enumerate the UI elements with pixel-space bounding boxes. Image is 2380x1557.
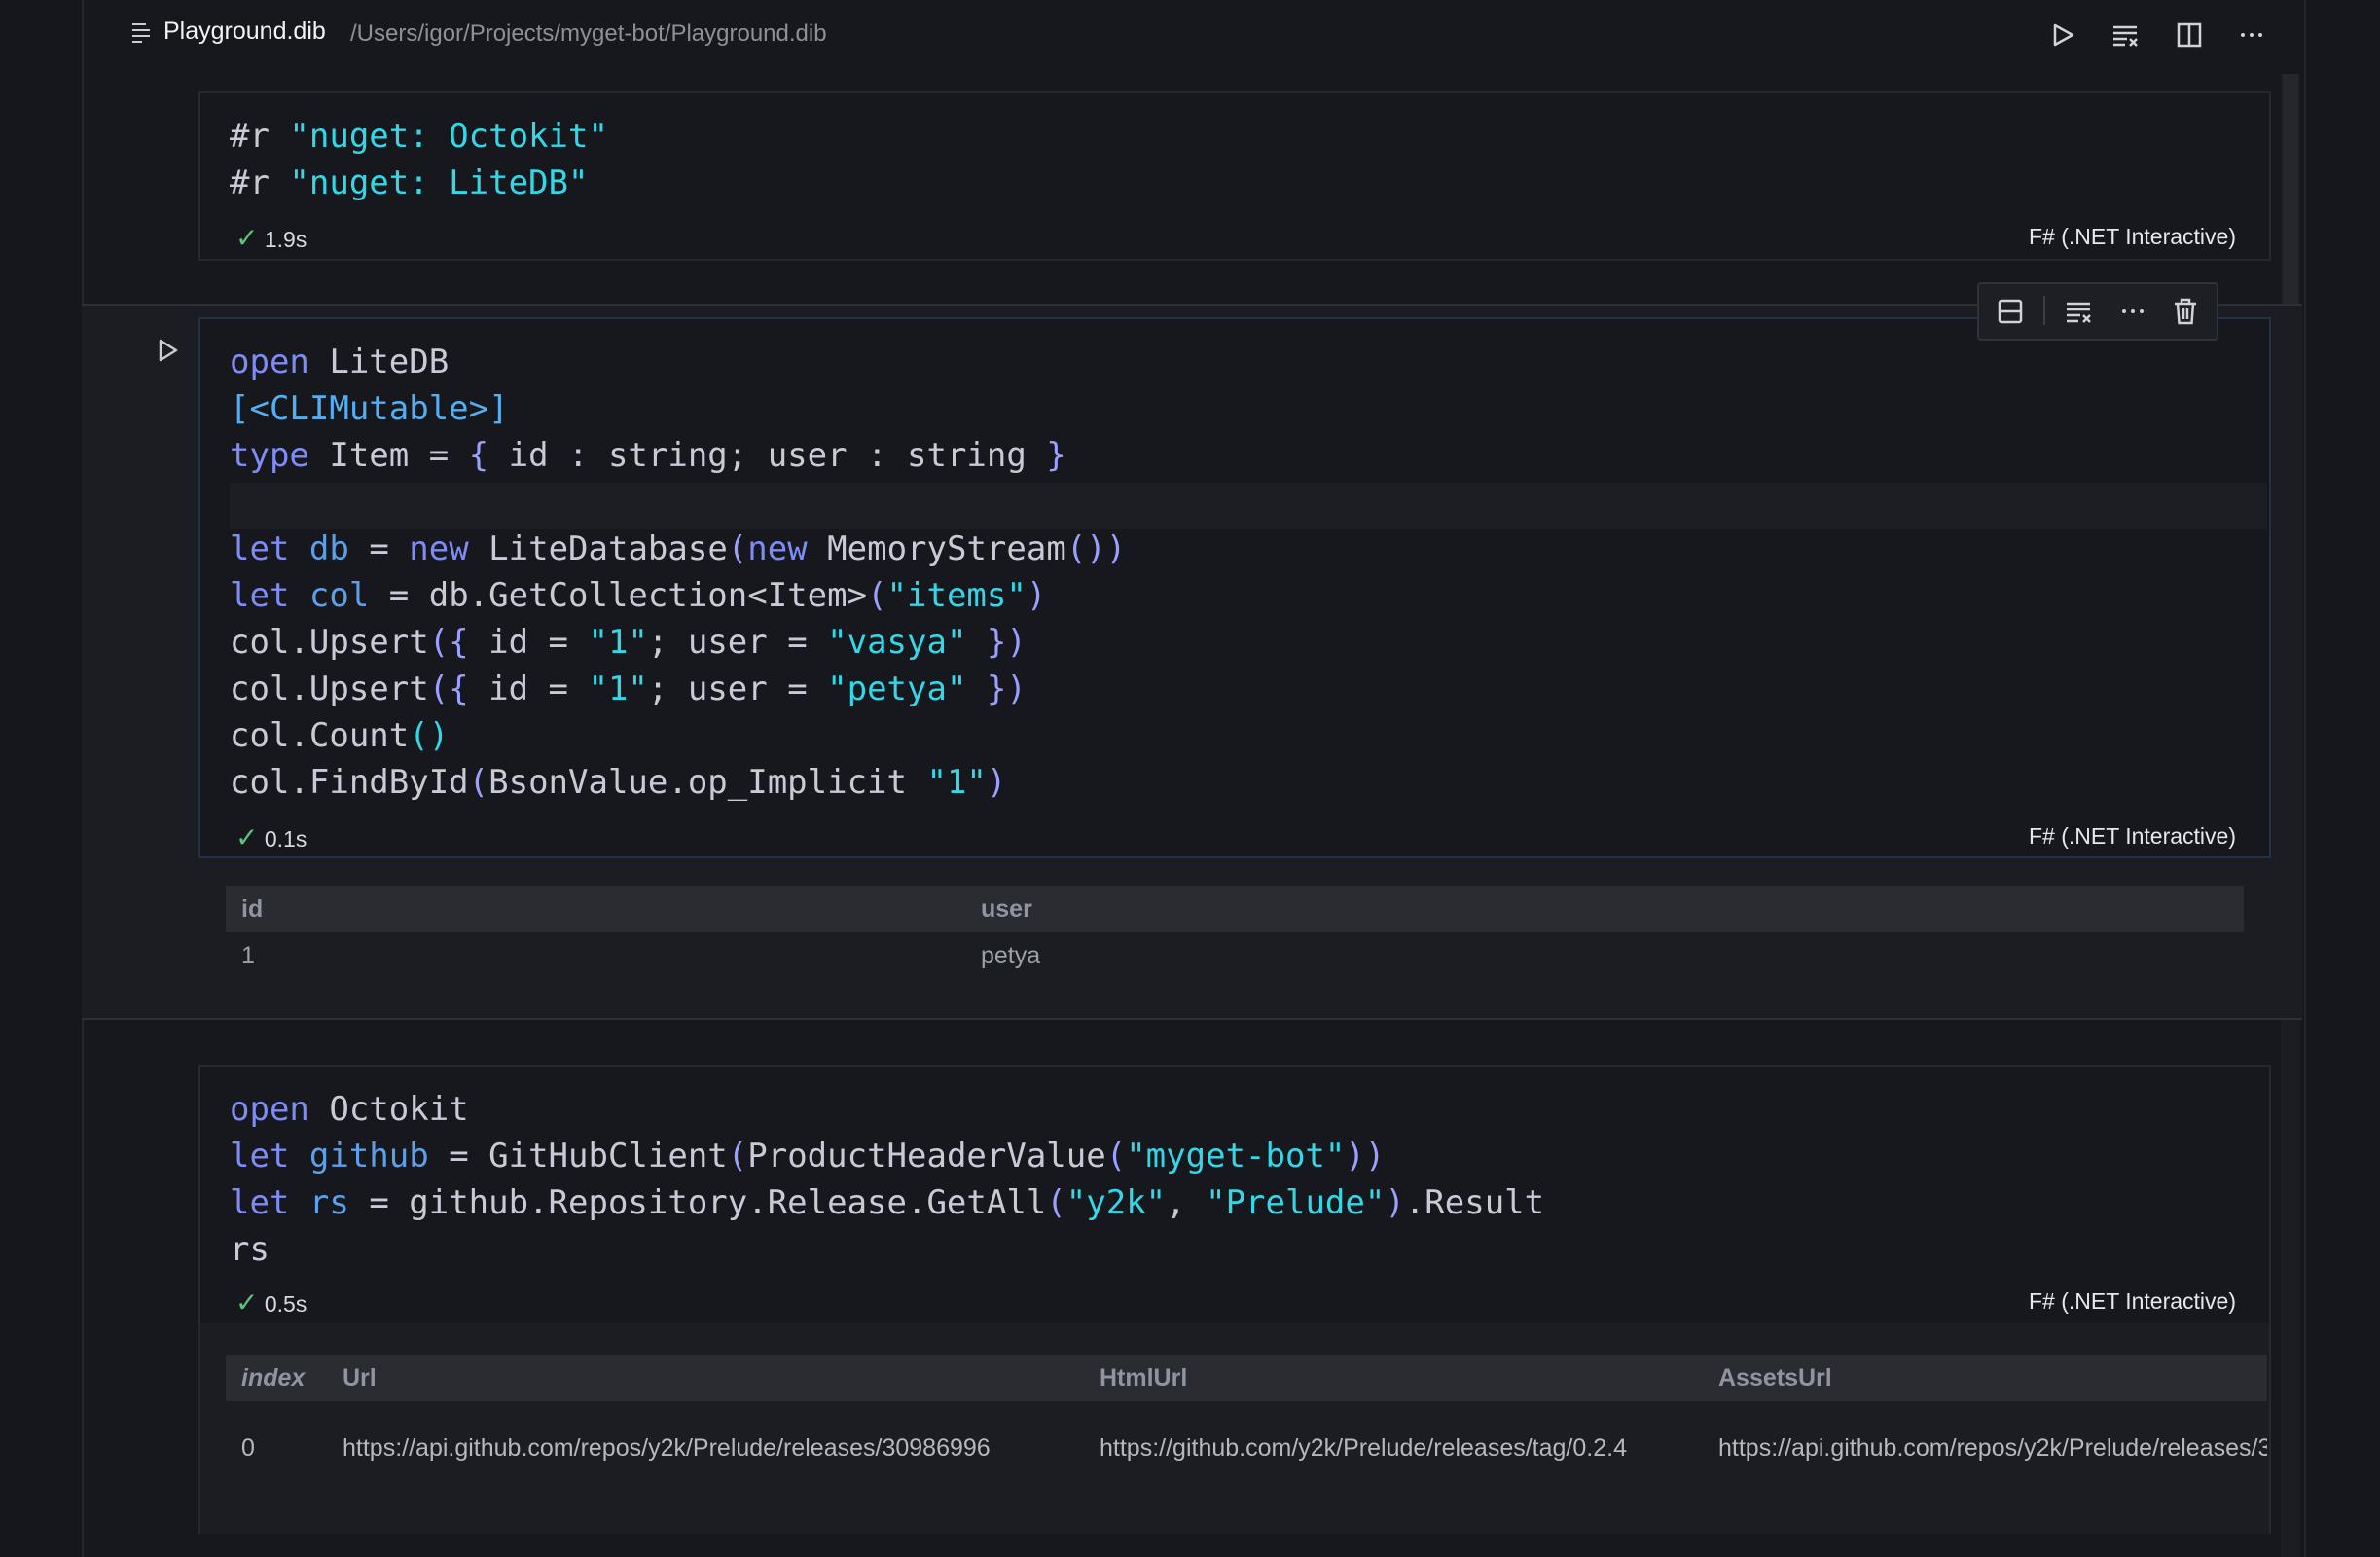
table-cell-link[interactable]: https://api.github.com/repos/y2k/Prelude…: [343, 1434, 991, 1463]
file-name[interactable]: Playground.dib: [163, 18, 326, 46]
split-cell-icon[interactable]: [1991, 292, 2030, 331]
table-cell: petya: [981, 942, 1041, 969]
cell-toolbar: [1977, 282, 2218, 341]
code-cell-2[interactable]: open LiteDB [<CLIMutable>] type Item = {…: [198, 317, 2271, 858]
delete-cell-icon[interactable]: [2166, 292, 2205, 331]
split-editor-icon[interactable]: [2170, 16, 2209, 54]
column-header-user: user: [981, 895, 1032, 923]
cell-3-status: ✓ 0.5s: [235, 1286, 307, 1319]
cell-1-language[interactable]: F# (.NET Interactive): [2029, 224, 2236, 250]
execution-time: 0.1s: [264, 826, 307, 851]
more-actions-icon[interactable]: [2232, 16, 2271, 54]
code-line: let rs = github.Repository.Release.GetAl…: [230, 1183, 1545, 1222]
code-cell-3[interactable]: open Octokit let github = GitHubClient(P…: [198, 1065, 2271, 1534]
column-header-url: Url: [343, 1364, 377, 1392]
table-row: 1 petya: [226, 932, 2244, 979]
clear-output-icon[interactable]: [2059, 292, 2098, 331]
table-header: index Url HtmlUrl AssetsUrl: [226, 1355, 2267, 1401]
code-line: let db = new LiteDatabase(new MemoryStre…: [230, 529, 1127, 568]
output-table-1: id user 1 petya: [226, 886, 2244, 983]
run-cell-icon[interactable]: [156, 336, 181, 365]
file-lines-icon: [132, 23, 150, 43]
notebook-header: Playground.dib /Users/igor/Projects/myge…: [82, 0, 2302, 70]
check-icon: ✓: [235, 1287, 259, 1318]
table-cell: 0: [241, 1434, 255, 1462]
table-row: 0 https://api.github.com/repos/y2k/Prelu…: [226, 1417, 2267, 1487]
check-icon: ✓: [235, 822, 259, 852]
table-cell-link[interactable]: https://github.com/y2k/Prelude/releases/…: [1100, 1434, 1627, 1463]
output-table-2: index Url HtmlUrl AssetsUrl 0 https://ap…: [226, 1355, 2267, 1491]
toolbar-separator: [2043, 296, 2045, 325]
code-line: #r "nuget: LiteDB": [230, 163, 589, 202]
cell-2-language[interactable]: F# (.NET Interactive): [2029, 823, 2236, 850]
column-header-htmlurl: HtmlUrl: [1100, 1364, 1188, 1392]
code-line: rs: [230, 1230, 270, 1269]
code-line: col.Upsert({ id = "1"; user = "vasya" }): [230, 623, 1027, 662]
clear-outputs-icon[interactable]: [2106, 16, 2145, 54]
code-line: type Item = { id : string; user : string…: [230, 436, 1066, 475]
code-line: #r "nuget: Octokit": [230, 117, 608, 156]
code-line: let github = GitHubClient(ProductHeaderV…: [230, 1137, 1386, 1176]
cell-3-language[interactable]: F# (.NET Interactive): [2029, 1288, 2236, 1315]
execution-time: 1.9s: [264, 227, 307, 252]
cell-2-editor[interactable]: open LiteDB [<CLIMutable>] type Item = {…: [230, 339, 1126, 806]
table-cell: 1: [241, 942, 255, 969]
cell-more-icon[interactable]: [2113, 292, 2152, 331]
cell-2-status: ✓ 0.1s: [235, 821, 307, 853]
column-header-index: index: [241, 1364, 306, 1392]
column-header-id: id: [241, 895, 264, 923]
code-line: let col = db.GetCollection<Item>("items"…: [230, 576, 1047, 615]
execution-time: 0.5s: [264, 1291, 307, 1317]
column-header-assetsurl: AssetsUrl: [1718, 1364, 1832, 1392]
code-line: col.Count(): [230, 716, 450, 755]
code-line: col.FindById(BsonValue.op_Implicit "1"): [230, 763, 1007, 802]
code-line: [<CLIMutable>]: [230, 389, 509, 428]
table-header: id user: [226, 886, 2244, 932]
code-line: col.Upsert({ id = "1"; user = "petya" }): [230, 670, 1027, 708]
table-cell-link[interactable]: https://api.github.com/repos/y2k/Prelude…: [1718, 1434, 2267, 1463]
check-icon: ✓: [235, 223, 259, 253]
code-line: open LiteDB: [230, 343, 450, 381]
code-line: open Octokit: [230, 1090, 469, 1129]
file-path: /Users/igor/Projects/myget-bot/Playgroun…: [350, 20, 827, 47]
cell-1-editor[interactable]: #r "nuget: Octokit" #r "nuget: LiteDB": [230, 113, 608, 206]
run-all-icon[interactable]: [2043, 16, 2082, 54]
code-cell-1[interactable]: #r "nuget: Octokit" #r "nuget: LiteDB" ✓…: [198, 91, 2271, 261]
cell-3-editor[interactable]: open Octokit let github = GitHubClient(P…: [230, 1086, 1544, 1273]
cell-1-status: ✓ 1.9s: [235, 222, 307, 254]
